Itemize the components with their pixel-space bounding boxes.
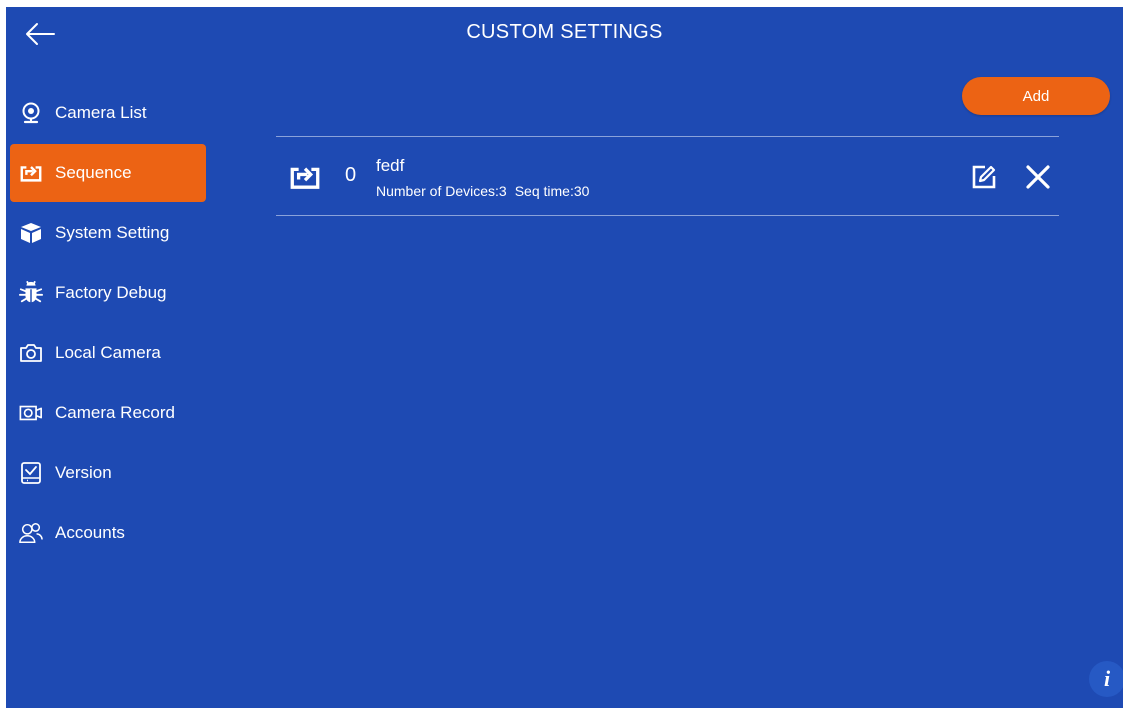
sequence-index: 0 [345,164,357,186]
list-item[interactable]: 0 fedf Number of Devices:3 Seq time:30 [276,137,1059,215]
sidebar-item-label: Camera List [55,103,147,122]
page-title: CUSTOM SETTINGS [466,21,663,43]
info-button[interactable]: i [1089,661,1123,697]
webcam-icon [19,101,43,125]
sidebar-item-label: Accounts [55,523,125,542]
edit-button[interactable] [970,163,998,191]
sequence-time: Seq time:30 [514,183,590,199]
sidebar-item-accounts[interactable]: Accounts [10,503,214,563]
version-icon [19,461,43,485]
sidebar-item-label: Local Camera [55,343,161,362]
close-icon [1026,165,1050,189]
users-icon [19,521,43,545]
sidebar: Camera List Sequence System Setting Fact… [10,83,214,563]
delete-button[interactable] [1025,164,1051,190]
bug-icon [19,281,43,305]
sidebar-item-label: Version [55,463,112,482]
sidebar-item-version[interactable]: Version [10,443,214,503]
sequence-icon [19,161,43,185]
box-icon [19,221,43,245]
sequence-meta: Number of Devices:3 Seq time:30 [376,183,597,199]
sequence-list: 0 fedf Number of Devices:3 Seq time:30 [276,136,1059,216]
sidebar-item-label: Sequence [55,163,132,182]
add-button[interactable]: Add [962,77,1110,115]
sidebar-item-camera-list[interactable]: Camera List [10,83,214,143]
sidebar-item-system-setting[interactable]: System Setting [10,203,214,263]
video-camera-icon [19,401,43,425]
sidebar-item-factory-debug[interactable]: Factory Debug [10,263,214,323]
app-window: CUSTOM SETTINGS Camera List Sequence Sys… [6,7,1123,708]
camera-icon [19,341,43,365]
sidebar-item-label: System Setting [55,223,170,242]
sidebar-item-label: Factory Debug [55,283,167,302]
sequence-name: fedf [376,156,405,175]
sidebar-item-camera-record[interactable]: Camera Record [10,383,214,443]
sidebar-item-label: Camera Record [55,403,175,422]
sequence-icon [288,163,322,191]
sidebar-item-sequence[interactable]: Sequence [10,144,206,202]
sidebar-item-local-camera[interactable]: Local Camera [10,323,214,383]
divider [276,215,1059,216]
edit-icon [972,165,996,189]
device-count: Number of Devices:3 [376,183,507,199]
